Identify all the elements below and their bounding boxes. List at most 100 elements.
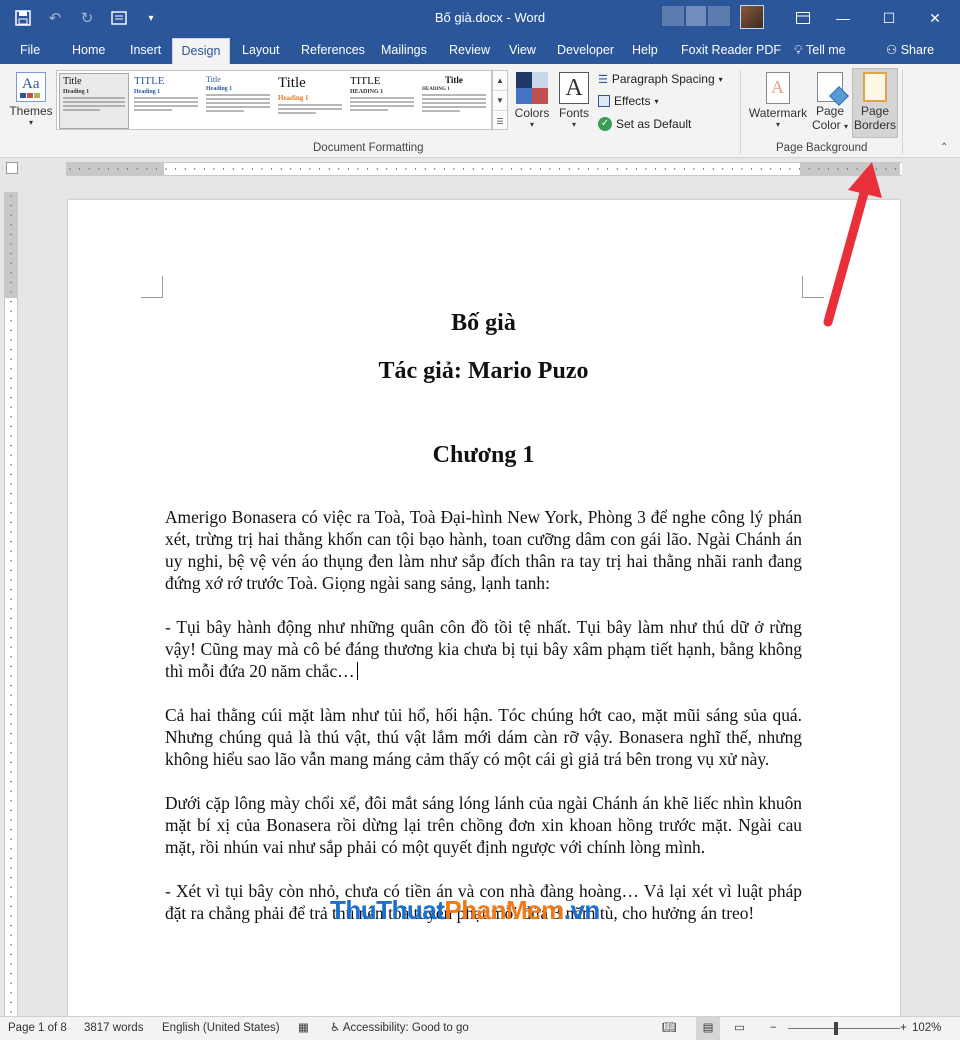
tab-design[interactable]: Design xyxy=(172,38,230,64)
style-set-heading: Heading 1 xyxy=(278,94,309,102)
group-separator xyxy=(902,70,903,154)
paragraph-spacing-icon: ☰ xyxy=(598,73,608,86)
chevron-down-icon: ▾ xyxy=(28,118,33,127)
tell-me-search[interactable]: 💡︎ Tell me xyxy=(788,36,852,64)
themes-label: Themes xyxy=(9,104,53,118)
quick-access-toolbar: ↶ ↻ ▾ xyxy=(14,0,160,36)
lightbulb-icon: 💡︎ xyxy=(794,43,803,57)
style-set-heading: HEADING 1 xyxy=(422,87,450,92)
accessibility-status[interactable]: ♿︎ Accessibility: Good to go xyxy=(330,1017,469,1040)
ribbon-tabs: File Home Insert Design Layout Reference… xyxy=(0,36,960,64)
paragraph: Dưới cặp lông mày chổi xể, đôi mắt sáng … xyxy=(165,793,802,857)
redo-icon[interactable]: ↻ xyxy=(78,9,96,27)
site-watermark: ThuThuatPhanMem.vn xyxy=(330,895,600,925)
redacted-name xyxy=(686,6,706,26)
ribbon-design: Aa Themes ▾ Title Heading 1 TITLE Headin… xyxy=(0,64,960,158)
vertical-ruler[interactable] xyxy=(4,192,18,1018)
person-icon: ⚇ xyxy=(886,43,898,57)
style-set-title: Title xyxy=(445,75,463,85)
minimize-button[interactable]: — xyxy=(820,0,866,36)
web-layout-icon[interactable]: ▭ xyxy=(734,1017,745,1040)
tab-help[interactable]: Help xyxy=(626,36,664,64)
group-label-document-formatting: Document Formatting xyxy=(313,142,424,154)
zoom-level[interactable]: 102% xyxy=(912,1017,941,1040)
paragraph-spacing-button[interactable]: ☰ Paragraph Spacing ▾ xyxy=(598,72,723,86)
document-body[interactable]: Bố già Tác giả: Mario Puzo Chương 1 Amer… xyxy=(165,308,802,924)
group-separator xyxy=(740,70,741,154)
avatar[interactable] xyxy=(740,5,764,29)
horizontal-ruler[interactable] xyxy=(66,162,902,176)
word-count[interactable]: 3817 words xyxy=(84,1017,143,1040)
tab-layout[interactable]: Layout xyxy=(236,36,286,64)
paragraph: Cả hai thằng cúi mặt làm như tủi hổ, hối… xyxy=(165,705,802,769)
tab-view[interactable]: View xyxy=(503,36,542,64)
tab-foxit-reader-pdf[interactable]: Foxit Reader PDF xyxy=(675,36,787,64)
style-set-item[interactable]: Title Heading 1 xyxy=(275,73,345,129)
undo-icon[interactable]: ↶ xyxy=(46,9,64,27)
close-button[interactable]: ✕ xyxy=(912,0,958,36)
page-borders-button[interactable]: Page Borders xyxy=(852,68,898,132)
tab-file[interactable]: File xyxy=(14,36,46,64)
chevron-down-icon: ▾ xyxy=(529,120,534,129)
tab-insert[interactable]: Insert xyxy=(124,36,167,64)
macro-icon[interactable]: ▦ xyxy=(298,1017,309,1040)
customize-qat-icon[interactable]: ▾ xyxy=(142,9,160,27)
chevron-down-icon: ▾ xyxy=(571,120,576,129)
chevron-down-icon: ▾ xyxy=(654,96,659,106)
effects-button[interactable]: Effects ▾ xyxy=(598,94,658,108)
document-author: Tác giả: Mario Puzo xyxy=(378,358,589,384)
tell-me-label: Tell me xyxy=(806,43,846,57)
paragraph: - Tụi bây hành động như những quân côn đ… xyxy=(165,617,802,681)
style-set-item[interactable]: TITLE HEADING 1 xyxy=(347,73,417,129)
status-bar: Page 1 of 8 3817 words English (United S… xyxy=(0,1016,960,1040)
share-button[interactable]: ⚇ Share xyxy=(880,36,940,64)
style-set-item[interactable]: Title Heading 1 xyxy=(203,73,273,129)
save-icon[interactable] xyxy=(14,9,32,27)
page-color-label-line2: Color ▾ xyxy=(811,118,849,132)
language[interactable]: English (United States) xyxy=(162,1017,280,1040)
fonts-label: Fonts xyxy=(558,106,589,120)
tab-review[interactable]: Review xyxy=(443,36,496,64)
gallery-down-icon[interactable]: ▼ xyxy=(493,91,507,111)
gallery-more-icon[interactable]: ☰ xyxy=(493,111,507,131)
page-color-button[interactable]: Page Color ▾ xyxy=(810,68,850,132)
themes-icon: Aa xyxy=(16,72,46,102)
zoom-out-icon[interactable]: − xyxy=(770,1017,777,1040)
collapse-ribbon-icon[interactable]: ⌃ xyxy=(940,142,948,153)
colors-icon xyxy=(516,72,548,104)
style-set-title: Title xyxy=(206,75,221,84)
style-set-gallery: Title Heading 1 TITLE Heading 1 Title He… xyxy=(56,70,492,130)
print-layout-view-icon[interactable]: ▤ xyxy=(696,1017,720,1040)
themes-button[interactable]: Aa Themes ▾ xyxy=(8,68,54,127)
style-set-heading: HEADING 1 xyxy=(350,89,384,95)
set-as-default-button[interactable]: ✓ Set as Default xyxy=(598,117,691,131)
tab-developer[interactable]: Developer xyxy=(551,36,620,64)
tab-selector[interactable] xyxy=(6,162,18,174)
maximize-button[interactable]: ☐ xyxy=(866,0,912,36)
tab-home[interactable]: Home xyxy=(66,36,111,64)
effects-label: Effects xyxy=(614,94,651,108)
print-layout-icon[interactable] xyxy=(110,9,128,27)
tab-mailings[interactable]: Mailings xyxy=(375,36,433,64)
style-set-item[interactable]: TITLE Heading 1 xyxy=(131,73,201,129)
fonts-icon: A xyxy=(559,72,589,104)
tab-references[interactable]: References xyxy=(295,36,371,64)
style-set-heading: Heading 1 xyxy=(134,89,161,95)
watermark-button[interactable]: A Watermark ▾ xyxy=(746,68,810,129)
style-set-item[interactable]: Title HEADING 1 xyxy=(419,73,489,129)
gallery-up-icon[interactable]: ▲ xyxy=(493,71,507,91)
style-set-heading: Heading 1 xyxy=(206,86,233,92)
read-mode-icon[interactable]: 📖︎ xyxy=(662,1017,677,1040)
page-borders-icon xyxy=(863,72,887,102)
fonts-button[interactable]: A Fonts ▾ xyxy=(555,68,593,129)
accessibility-label: Accessibility: Good to go xyxy=(342,1022,469,1034)
colors-button[interactable]: Colors ▾ xyxy=(513,68,551,129)
page-count[interactable]: Page 1 of 8 xyxy=(8,1017,67,1040)
style-set-title: TITLE xyxy=(134,75,165,87)
zoom-slider[interactable] xyxy=(788,1028,900,1029)
gallery-scroll: ▲ ▼ ☰ xyxy=(492,70,508,130)
zoom-slider-thumb[interactable] xyxy=(834,1022,838,1035)
style-set-item[interactable]: Title Heading 1 xyxy=(59,73,129,129)
account-area[interactable] xyxy=(662,6,730,26)
zoom-in-icon[interactable]: + xyxy=(900,1017,907,1040)
